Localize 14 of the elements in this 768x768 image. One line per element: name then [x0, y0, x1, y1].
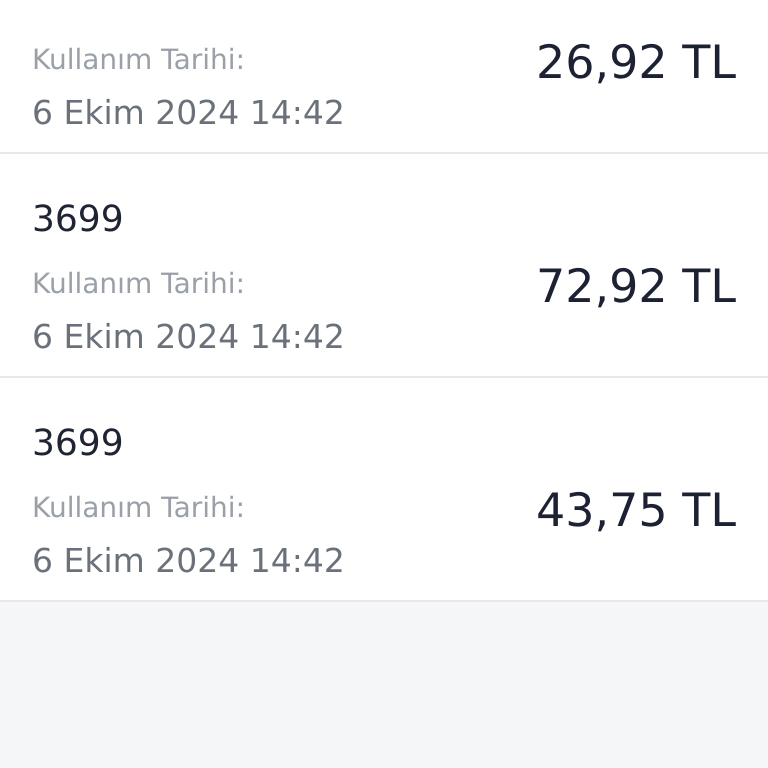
usage-date-label: Kullanım Tarihi: [32, 266, 246, 302]
transaction-row[interactable]: 3699 Kullanım Tarihi: 6 Ekim 2024 14:42 72,92 TL [0, 154, 768, 378]
usage-date: 6 Ekim 2024 14:42 [32, 540, 345, 582]
transaction-number: 3699 [32, 422, 124, 466]
transaction-row[interactable]: 3699 Kullanım Tarihi: 6 Ekim 2024 14:42 43,75 TL [0, 378, 768, 602]
amount: 43,75 TL [536, 482, 736, 539]
amount: 26,92 TL [536, 34, 736, 91]
transaction-number: 3699 [32, 198, 124, 242]
usage-date-label: Kullanım Tarihi: [32, 490, 246, 526]
transaction-row[interactable]: Kullanım Tarihi: 6 Ekim 2024 14:42 26,92 TL [0, 0, 768, 154]
usage-date: 6 Ekim 2024 14:42 [32, 316, 345, 358]
usage-date: 6 Ekim 2024 14:42 [32, 92, 345, 134]
usage-date-label: Kullanım Tarihi: [32, 42, 246, 78]
amount: 72,92 TL [536, 258, 736, 315]
